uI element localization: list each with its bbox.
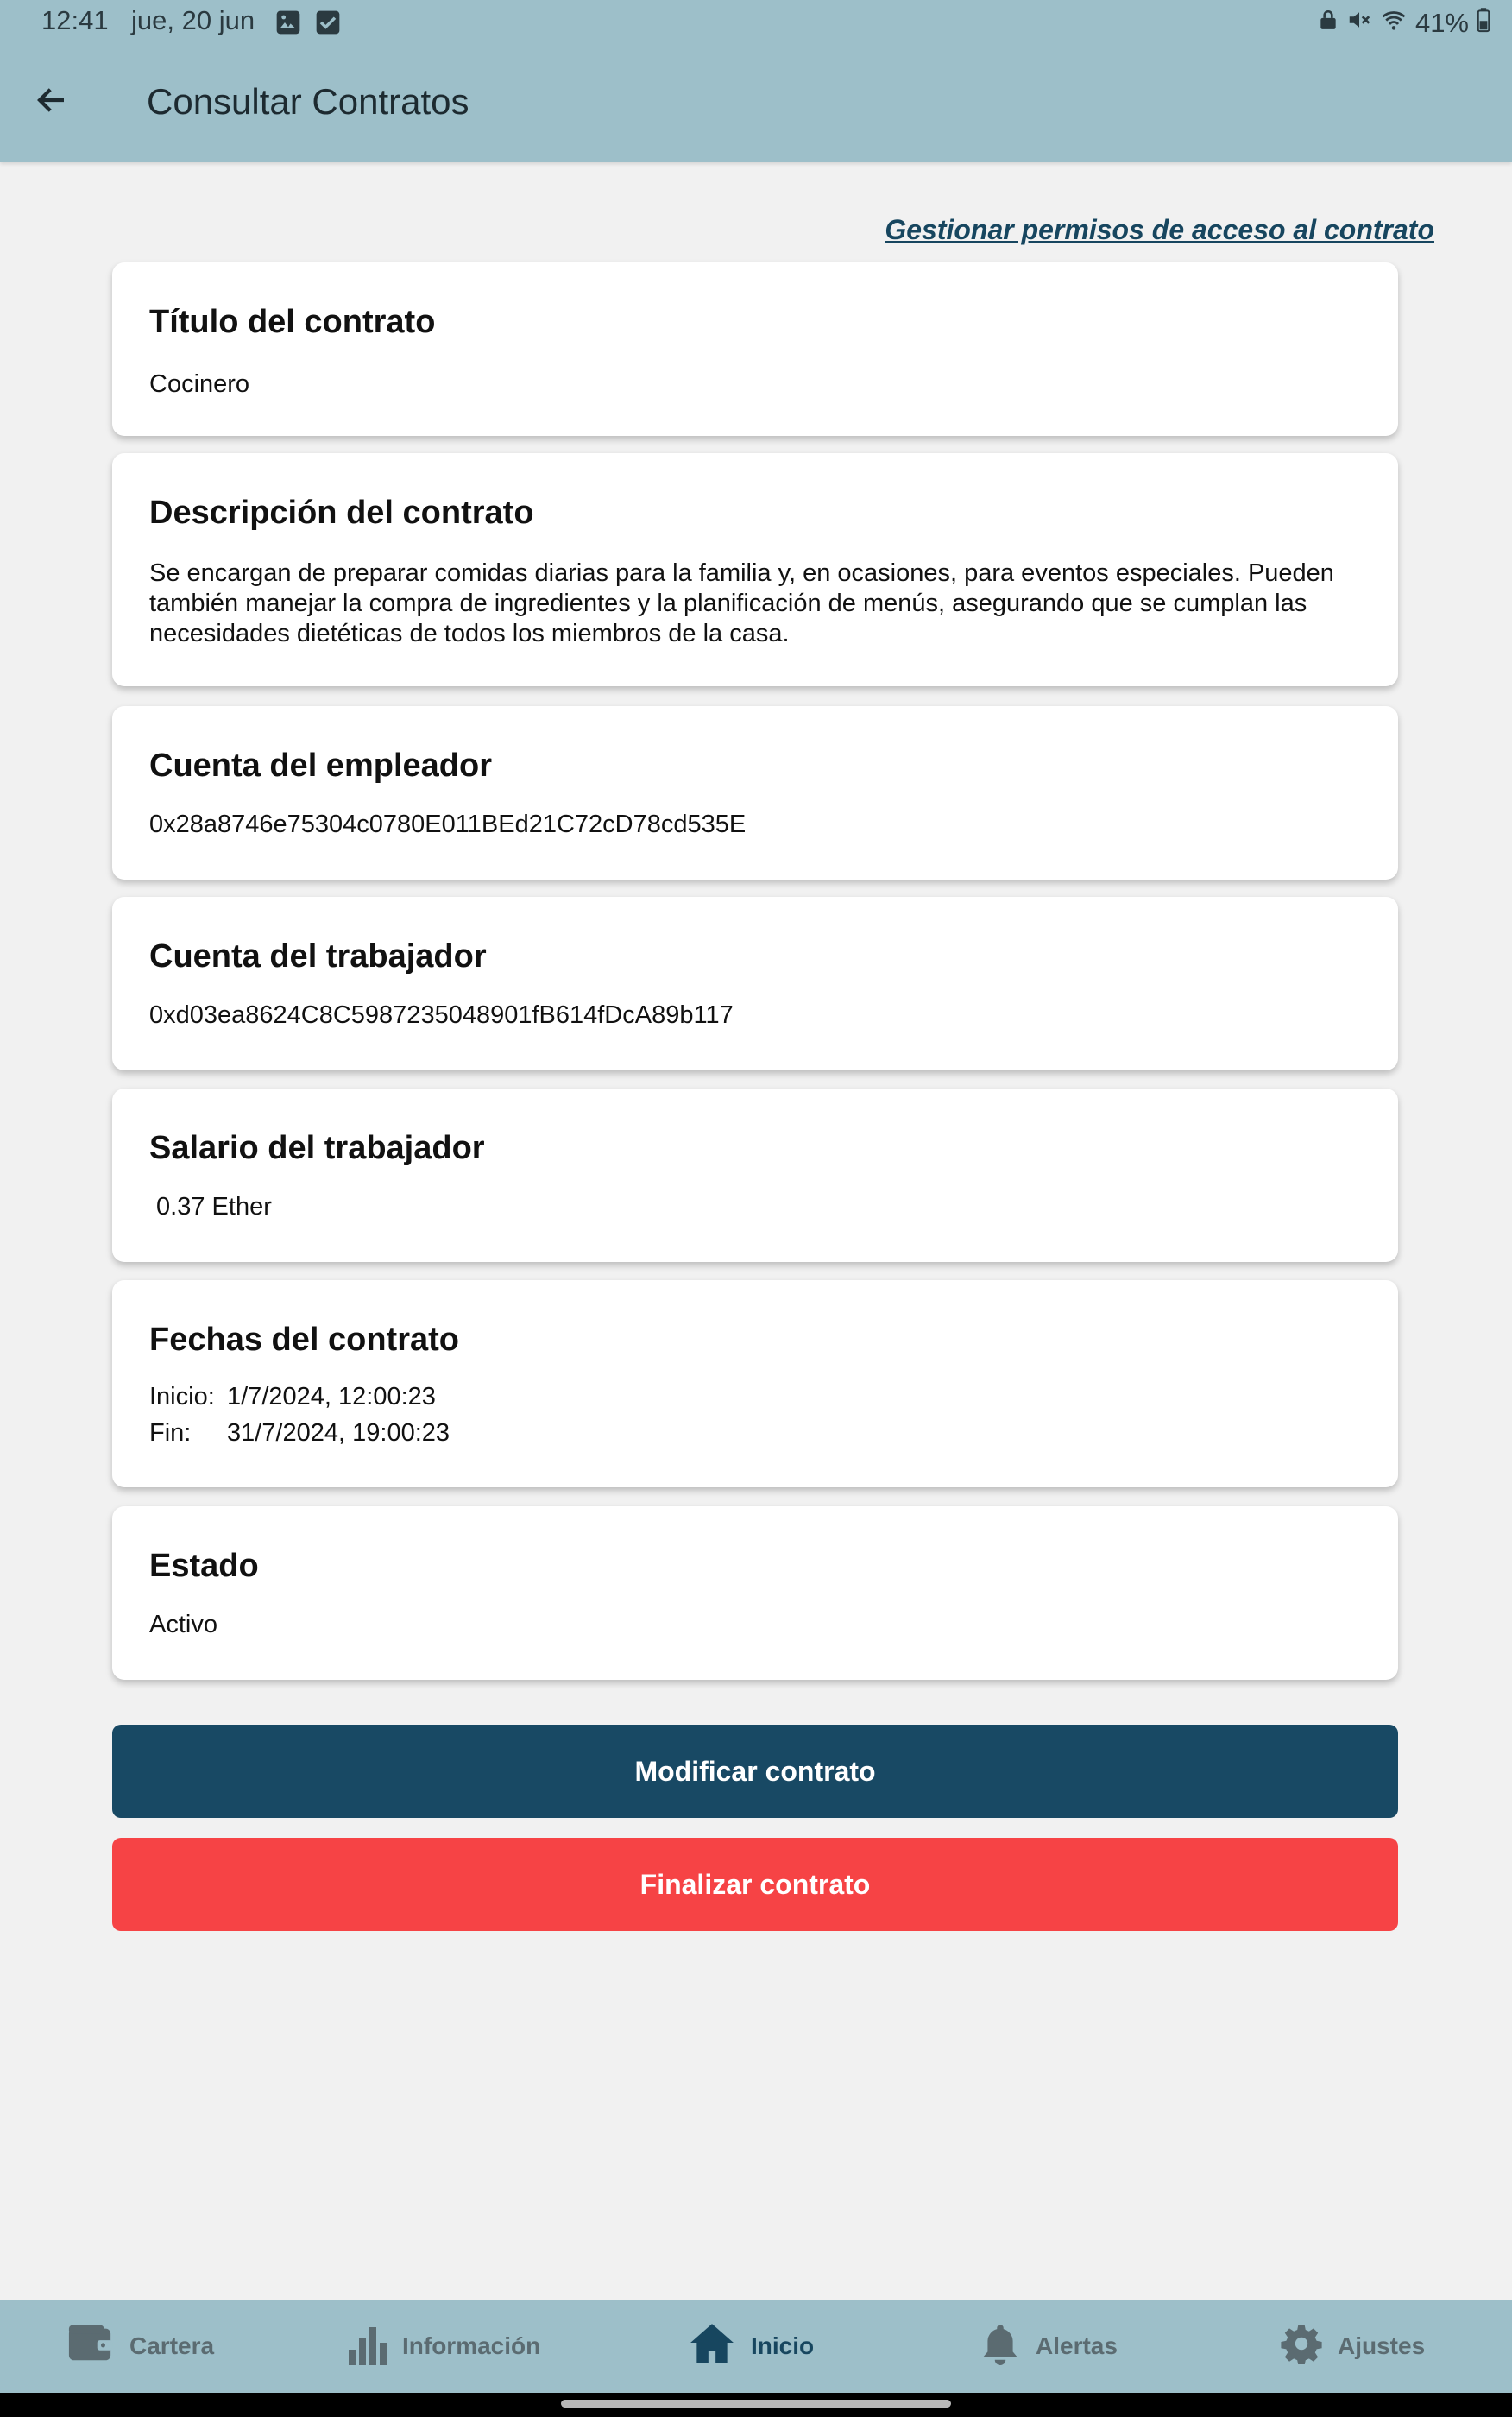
wifi-icon [1379,7,1408,40]
status-date: jue, 20 jun [131,5,255,35]
status-time: 12:41 [41,5,109,35]
bottom-navigation: Cartera Información Inicio Alertas Ajust… [0,2300,1512,2393]
lock-icon [1317,7,1339,40]
start-date-value: 1/7/2024, 12:00:23 [227,1383,436,1410]
checkbox-notification-icon [314,9,342,41]
worker-account-value: 0xd03ea8624C8C5987235048901fB614fDcA89b1… [149,1001,734,1029]
arrow-left-icon [34,82,70,123]
bar-chart-icon [349,2322,387,2371]
nav-item-label: Ajustes [1338,2332,1426,2359]
card-heading: Fechas del contrato [149,1322,459,1358]
contract-description-value: Se encargan de preparar comidas diarias … [149,559,1334,647]
card-heading: Cuenta del trabajador [149,938,487,975]
nav-item-alertas[interactable]: Alertas [980,2300,1118,2393]
contract-description-card: Descripción del contrato Se encargan de … [112,453,1398,686]
mute-vibrate-icon [1346,7,1372,40]
status-notification-icons [274,9,342,41]
image-notification-icon [274,9,302,41]
home-indicator[interactable] [561,2400,951,2408]
salary-value: 0.37 Ether [149,1193,272,1221]
end-date-value: 31/7/2024, 19:00:23 [227,1419,450,1447]
contract-status-card: Estado Activo [112,1506,1398,1680]
nav-item-informacion[interactable]: Información [349,2300,540,2393]
nav-item-label: Inicio [751,2332,815,2359]
employer-account-value: 0x28a8746e75304c0780E011BEd21C72cD78cd53… [149,811,747,838]
manage-access-permissions-link[interactable]: Gestionar permisos de acceso al contrato [885,214,1434,246]
card-heading: Estado [149,1548,259,1584]
nav-item-label: Cartera [129,2332,215,2359]
battery-level: 41% [1414,8,1469,38]
contract-dates-card: Fechas del contrato Inicio: 1/7/2024, 12… [112,1280,1398,1487]
end-date-label: Fin: [149,1419,192,1447]
status-value: Activo [149,1611,217,1638]
app-bar: 12:41 jue, 20 jun 41% Consultar Contrato… [0,0,1512,162]
employer-account-card: Cuenta del empleador 0x28a8746e75304c078… [112,706,1398,880]
nav-item-inicio[interactable]: Inicio [689,2300,814,2393]
wallet-icon [67,2323,114,2370]
card-heading: Salario del trabajador [149,1130,485,1166]
nav-item-label: Alertas [1036,2332,1118,2359]
gear-icon [1281,2323,1322,2370]
card-heading: Título del contrato [149,304,436,340]
worker-account-card: Cuenta del trabajador 0xd03ea8624C8C5987… [112,897,1398,1070]
battery-icon [1476,7,1491,40]
nav-item-cartera[interactable]: Cartera [67,2300,214,2393]
modify-contract-button[interactable]: Modificar contrato [112,1725,1398,1818]
status-system-icons: 41% [1317,7,1491,40]
home-icon [689,2322,735,2371]
bell-icon [980,2322,1020,2371]
back-button[interactable] [26,76,78,128]
finish-contract-button[interactable]: Finalizar contrato [112,1838,1398,1931]
contract-title-value: Cocinero [149,370,250,398]
page-title: Consultar Contratos [147,81,469,122]
start-date-label: Inicio: [149,1383,215,1410]
start-date-row: Inicio: 1/7/2024, 12:00:23 [149,1379,450,1415]
card-heading: Cuenta del empleador [149,748,492,784]
card-heading: Descripción del contrato [149,495,534,531]
contract-dates: Inicio: 1/7/2024, 12:00:23 Fin: 31/7/202… [149,1379,450,1451]
contract-title-card: Título del contrato Cocinero [112,262,1398,436]
nav-item-label: Información [402,2332,541,2359]
end-date-row: Fin: 31/7/2024, 19:00:23 [149,1415,450,1451]
nav-item-ajustes[interactable]: Ajustes [1281,2300,1425,2393]
worker-salary-card: Salario del trabajador 0.37 Ether [112,1089,1398,1262]
